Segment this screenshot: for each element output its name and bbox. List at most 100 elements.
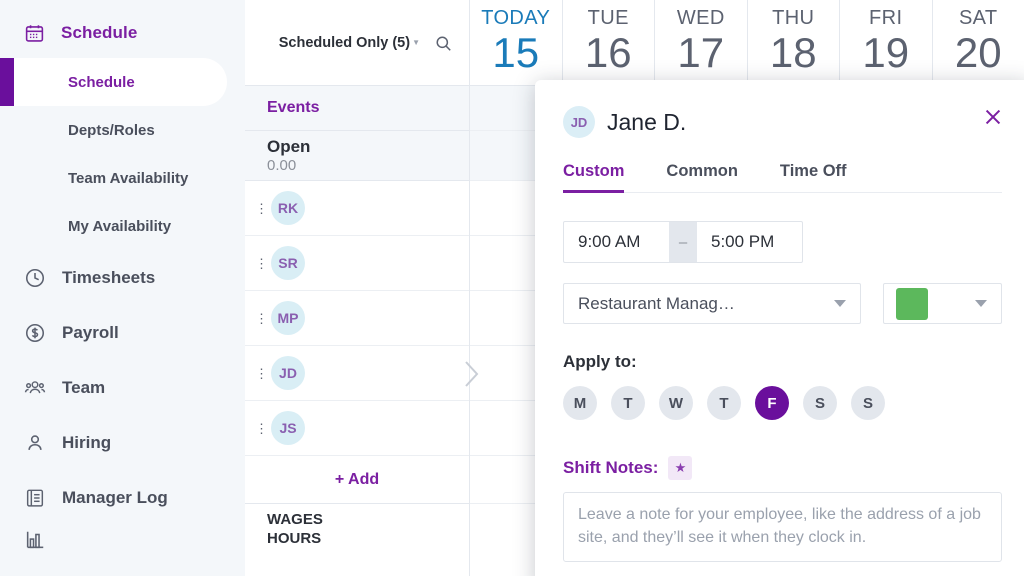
sidebar-item-label: My Availability (68, 217, 172, 235)
drag-handle-icon[interactable]: ⋮ (255, 202, 268, 215)
chevron-down-icon (975, 300, 987, 307)
chart-icon (24, 529, 46, 551)
row-label-column: Events Open 0.00 ⋮ RK ⋮ SR ⋮ MP ⋮ JD ⋮ J… (245, 86, 470, 576)
shift-cell[interactable] (470, 401, 536, 456)
sidebar-item-payroll[interactable]: Payroll (0, 305, 245, 360)
sidebar-item-team[interactable]: Team (0, 360, 245, 415)
employee-name: Jane D. (607, 108, 687, 135)
start-time-input[interactable]: 9:00 AM (564, 222, 669, 262)
person-row-label[interactable]: ⋮ JS (245, 401, 469, 456)
shift-editor-modal: JD Jane D. Custom Common Time Off 9:00 A… (535, 80, 1024, 576)
shift-cell[interactable] (470, 346, 536, 401)
modal-tabs: Custom Common Time Off (563, 162, 1002, 193)
day-toggle-sat[interactable]: S (803, 386, 837, 420)
add-employee-button[interactable]: + Add (245, 456, 469, 504)
drag-handle-icon[interactable]: ⋮ (255, 367, 268, 380)
sidebar-item-label: Timesheets (62, 267, 156, 287)
avatar: JS (271, 411, 305, 445)
person-row-label[interactable]: ⋮ JD (245, 346, 469, 401)
main-content: Scheduled Only (5) ▼ TODAY 15 TUE 16 WED… (245, 0, 1024, 576)
sidebar: Schedule Schedule Depts/Roles Team Avail… (0, 0, 245, 576)
day-number: 17 (677, 29, 725, 76)
apply-to-days: M T W T F S S (563, 386, 1002, 420)
shift-cell[interactable] (470, 291, 536, 346)
tab-custom[interactable]: Custom (563, 162, 625, 193)
shift-notes-input[interactable]: Leave a note for your employee, like the… (563, 492, 1002, 562)
footer-label-wages: WAGES (267, 511, 323, 528)
close-icon[interactable] (982, 106, 1004, 128)
sidebar-item-schedule[interactable]: Schedule (0, 58, 227, 106)
day-header-thu[interactable]: THU 18 (748, 0, 840, 85)
person-row-label[interactable]: ⋮ RK (245, 181, 469, 236)
shift-cell[interactable] (470, 236, 536, 291)
open-shifts-row-label: Open 0.00 (245, 131, 469, 181)
avatar: SR (271, 246, 305, 280)
shift-notes-label: Shift Notes: (563, 458, 659, 477)
day-of-week: TUE (587, 7, 629, 29)
chevron-down-icon (834, 300, 847, 307)
day-number: 16 (584, 29, 632, 76)
clock-icon (24, 267, 46, 289)
day-header-sat[interactable]: SAT 20 (933, 0, 1024, 85)
end-time-input[interactable]: 5:00 PM (697, 222, 802, 262)
person-row-label[interactable]: ⋮ MP (245, 291, 469, 346)
shift-notes-label-row: Shift Notes: ★ (563, 456, 1002, 480)
sidebar-item-hiring[interactable]: Hiring (0, 415, 245, 470)
tab-common[interactable]: Common (666, 162, 738, 192)
drag-handle-icon[interactable]: ⋮ (255, 422, 268, 435)
day-header-tue[interactable]: TUE 16 (563, 0, 655, 85)
day-number: 18 (769, 29, 817, 76)
time-range-dash: – (669, 222, 697, 262)
day-toggle-tue[interactable]: T (611, 386, 645, 420)
open-shift-cell[interactable] (470, 131, 536, 181)
sidebar-item-label: Manager Log (62, 487, 168, 507)
shift-cell[interactable] (470, 181, 536, 236)
chevron-down-icon: ▼ (412, 38, 420, 47)
sidebar-item-my-availability[interactable]: My Availability (0, 202, 245, 250)
sidebar-item-label: Depts/Roles (68, 121, 155, 139)
sidebar-item-depts-roles[interactable]: Depts/Roles (0, 106, 245, 154)
day-toggle-mon[interactable]: M (563, 386, 597, 420)
open-subtitle: 0.00 (267, 157, 297, 174)
avatar: JD (271, 356, 305, 390)
dollar-circle-icon (24, 322, 46, 344)
people-icon (24, 377, 46, 399)
time-range-box: 9:00 AM – 5:00 PM (563, 221, 803, 263)
sidebar-item-partial[interactable] (0, 525, 245, 555)
day-of-week: THU (772, 7, 815, 29)
sidebar-item-team-availability[interactable]: Team Availability (0, 154, 245, 202)
role-select[interactable]: Restaurant Manag… (563, 283, 862, 324)
day-toggle-thu[interactable]: T (707, 386, 741, 420)
search-icon[interactable] (434, 34, 453, 53)
sidebar-item-timesheets[interactable]: Timesheets (0, 250, 245, 305)
apply-to-label: Apply to: (563, 352, 637, 371)
day-header-today[interactable]: TODAY 15 (470, 0, 563, 85)
tab-time-off[interactable]: Time Off (780, 162, 847, 192)
day-number: 20 (954, 29, 1002, 76)
scheduled-only-filter[interactable]: Scheduled Only (5) ▼ (279, 35, 420, 51)
modal-header: JD Jane D. (563, 80, 1002, 138)
footer-label-hours: HOURS (267, 530, 322, 547)
scheduled-only-filter-label: Scheduled Only (5) (278, 35, 411, 51)
drag-handle-icon[interactable]: ⋮ (255, 257, 268, 270)
day-toggle-wed[interactable]: W (659, 386, 693, 420)
day-header-wed[interactable]: WED 17 (655, 0, 748, 85)
sidebar-item-manager-log[interactable]: Manager Log (0, 470, 245, 525)
day-cell-column-today (470, 86, 537, 576)
day-of-week: FRI (869, 7, 903, 29)
filter-zone: Scheduled Only (5) ▼ (245, 0, 470, 86)
sidebar-group-label: Schedule (61, 23, 138, 42)
day-columns-header: TODAY 15 TUE 16 WED 17 THU 18 FRI 19 SAT… (470, 0, 1024, 85)
person-row-label[interactable]: ⋮ SR (245, 236, 469, 291)
color-select[interactable] (883, 283, 1002, 324)
day-toggle-sun[interactable]: S (851, 386, 885, 420)
time-range-row: 9:00 AM – 5:00 PM (563, 221, 1002, 263)
day-toggle-fri[interactable]: F (755, 386, 789, 420)
drag-handle-icon[interactable]: ⋮ (255, 312, 268, 325)
star-icon[interactable]: ★ (668, 456, 693, 480)
day-header-fri[interactable]: FRI 19 (840, 0, 933, 85)
day-of-week: SAT (958, 7, 998, 29)
add-row-cell[interactable] (470, 456, 536, 504)
sidebar-group-schedule[interactable]: Schedule (0, 8, 245, 58)
event-cell[interactable] (470, 86, 536, 131)
